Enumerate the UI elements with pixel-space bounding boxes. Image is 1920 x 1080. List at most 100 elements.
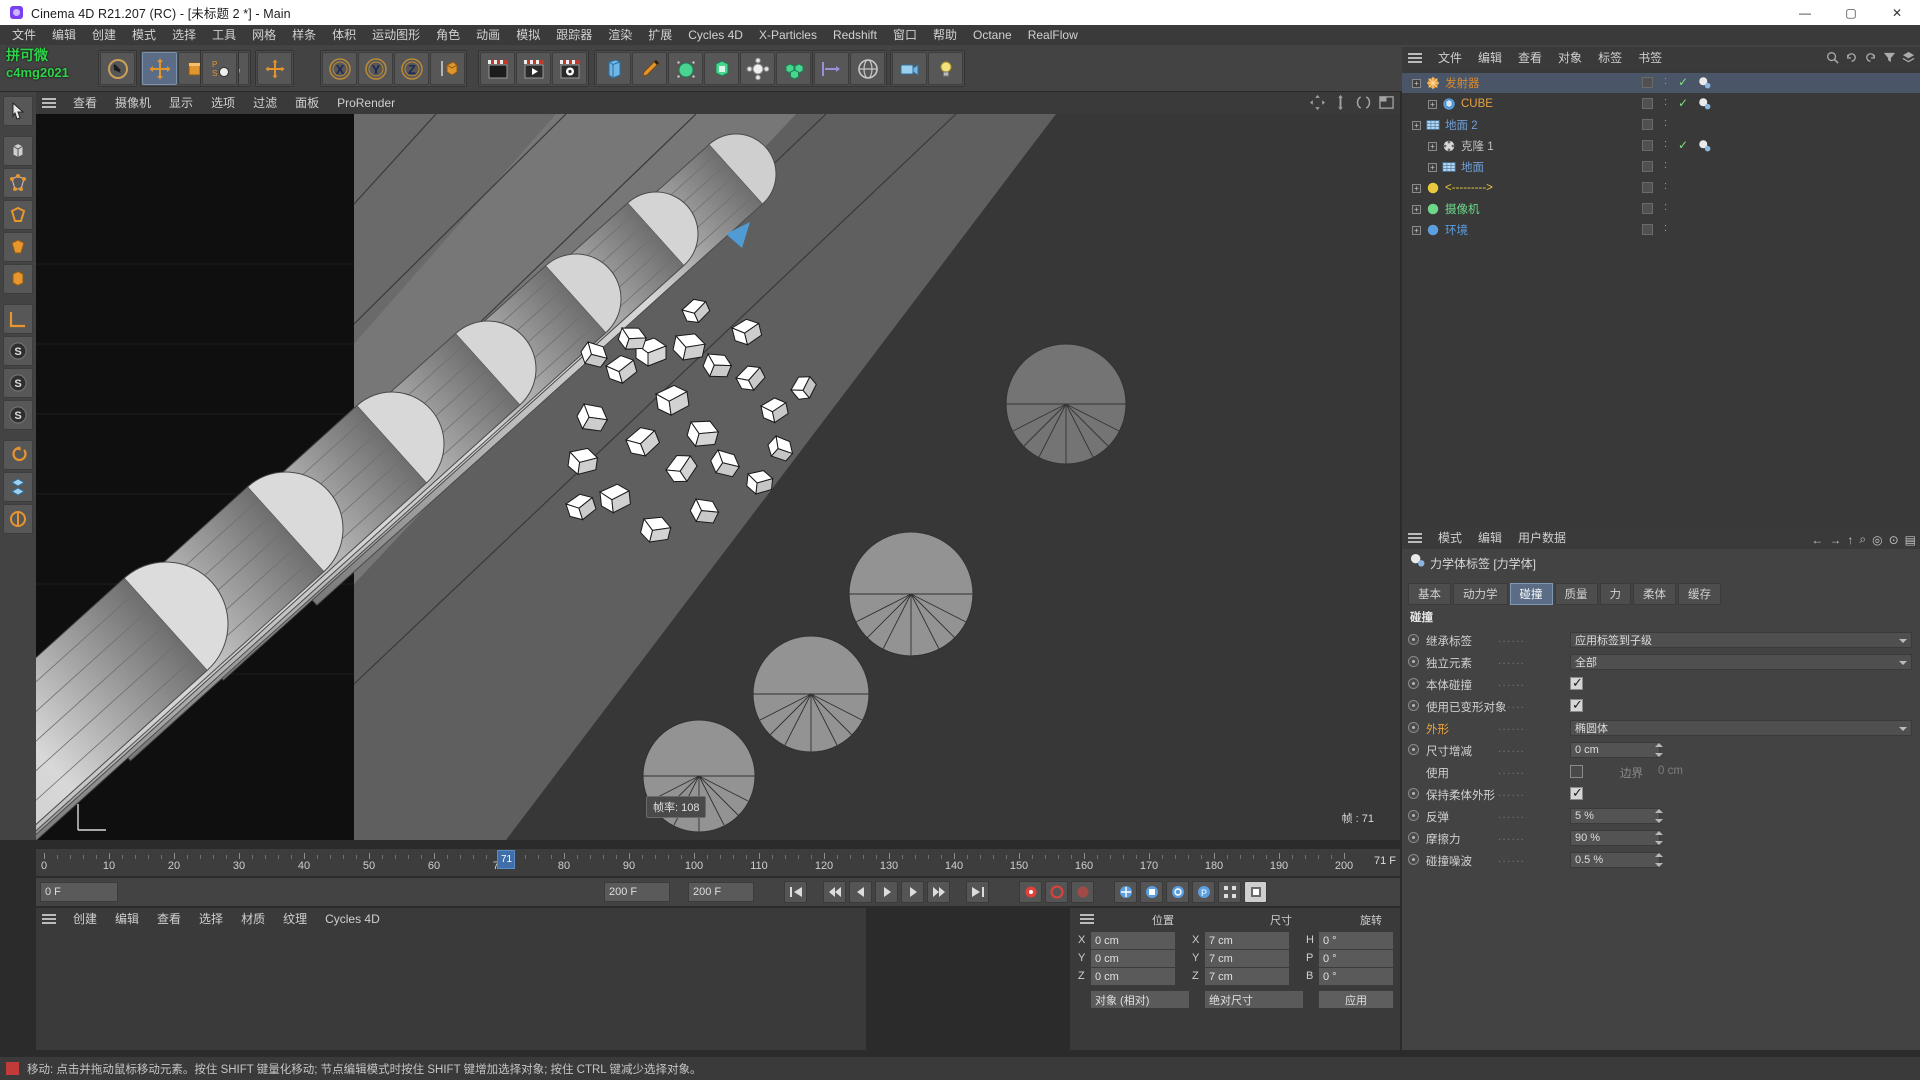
- scale-key-icon[interactable]: [1140, 881, 1163, 903]
- viewport-menu-icon[interactable]: [40, 96, 58, 110]
- material-menu-3[interactable]: 选择: [190, 908, 232, 930]
- object-tag-icon[interactable]: [1698, 97, 1712, 111]
- view-layout-icon[interactable]: [814, 52, 849, 85]
- prev-frame-icon[interactable]: [849, 881, 872, 903]
- attribute-dropdown[interactable]: 全部: [1570, 654, 1912, 670]
- level-of-detail-icon[interactable]: [1244, 881, 1267, 903]
- attribute-number-field[interactable]: 0.5 %: [1570, 852, 1660, 868]
- attribute-number-field[interactable]: 5 %: [1570, 808, 1660, 824]
- menu-item-6[interactable]: 网格: [244, 25, 284, 45]
- close-button[interactable]: ✕: [1874, 0, 1920, 25]
- object-expand-toggle[interactable]: +: [1412, 120, 1421, 130]
- attribute-animate-dot[interactable]: [1408, 678, 1419, 689]
- attribute-dropdown[interactable]: 应用标签到子级: [1570, 632, 1912, 648]
- attribute-tab-6[interactable]: 缓存: [1678, 583, 1721, 605]
- next-frame-icon[interactable]: [901, 881, 924, 903]
- object-enable-toggle[interactable]: [1642, 140, 1653, 151]
- grid-icon[interactable]: [3, 472, 33, 502]
- prev-key-icon[interactable]: [823, 881, 846, 903]
- points-mode-icon[interactable]: [3, 168, 33, 198]
- world-axis-icon[interactable]: [430, 52, 465, 85]
- object-visibility-dots[interactable]: :: [1664, 159, 1668, 171]
- menu-item-12[interactable]: 模拟: [508, 25, 548, 45]
- attribute-menu-1[interactable]: 编辑: [1470, 527, 1510, 549]
- coord-size-x[interactable]: 7 cm: [1204, 931, 1290, 950]
- object-name[interactable]: 地面: [1461, 159, 1484, 175]
- polygons-mode-icon[interactable]: [3, 232, 33, 262]
- menu-item-1[interactable]: 编辑: [44, 25, 84, 45]
- object-row-2[interactable]: + 地面 2:: [1402, 115, 1920, 135]
- viewport-menu-1[interactable]: 摄像机: [106, 92, 160, 114]
- object-visibility-dots[interactable]: :: [1664, 180, 1668, 192]
- object-row-4[interactable]: + 地面:: [1402, 157, 1920, 177]
- viewport-menu-5[interactable]: 面板: [286, 92, 328, 114]
- viewport-menu-3[interactable]: 选项: [202, 92, 244, 114]
- object-enable-toggle[interactable]: [1642, 98, 1653, 109]
- coord-rot-h[interactable]: 0 °: [1318, 931, 1394, 950]
- param-key-icon[interactable]: P: [1192, 881, 1215, 903]
- object-name[interactable]: CUBE: [1461, 98, 1493, 110]
- nurbs-icon[interactable]: [668, 52, 703, 85]
- undo-icon[interactable]: [100, 52, 135, 85]
- viewport-menu-0[interactable]: 查看: [64, 92, 106, 114]
- object-expand-toggle[interactable]: +: [1428, 141, 1437, 151]
- maximize-button[interactable]: ▢: [1828, 0, 1874, 25]
- object-expand-toggle[interactable]: +: [1412, 225, 1421, 235]
- menu-item-8[interactable]: 体积: [324, 25, 364, 45]
- spline-pen-icon[interactable]: [632, 52, 667, 85]
- deformer-icon[interactable]: [740, 52, 775, 85]
- timeline-end-field[interactable]: 200 F: [604, 882, 670, 902]
- attribute-tab-2[interactable]: 碰撞: [1509, 583, 1553, 605]
- coord-rot-p[interactable]: 0 °: [1318, 949, 1394, 968]
- object-manager-tree[interactable]: + 发射器: ✓ + CUBE: ✓ + 地面 2: + 克隆 1: ✓ + 地面: + <--------…: [1402, 69, 1920, 527]
- object-row-3[interactable]: + 克隆 1: ✓: [1402, 136, 1920, 156]
- attribute-animate-dot[interactable]: [1408, 788, 1419, 799]
- menu-item-9[interactable]: 运动图形: [364, 25, 428, 45]
- object-visibility-dots[interactable]: :: [1664, 75, 1668, 87]
- minimize-button[interactable]: —: [1782, 0, 1828, 25]
- render-queue-icon[interactable]: [516, 52, 551, 85]
- material-menu-0[interactable]: 创建: [64, 908, 106, 930]
- pan-icon[interactable]: [1310, 95, 1325, 110]
- object-visibility-dots[interactable]: :: [1664, 222, 1668, 234]
- object-name[interactable]: 环境: [1445, 222, 1468, 238]
- attr-search-icon[interactable]: ⌕: [1859, 532, 1866, 547]
- viewport-menu-4[interactable]: 过滤: [244, 92, 286, 114]
- object-tag-icon[interactable]: [1698, 139, 1712, 153]
- menu-item-21[interactable]: Octane: [965, 25, 1020, 45]
- up-arrow-icon[interactable]: ↑: [1847, 533, 1853, 547]
- object-expand-toggle[interactable]: +: [1428, 99, 1437, 109]
- menu-item-4[interactable]: 选择: [164, 25, 204, 45]
- menu-item-0[interactable]: 文件: [4, 25, 44, 45]
- coord-rot-b[interactable]: 0 °: [1318, 967, 1394, 986]
- coord-size-dropdown[interactable]: 绝对尺寸: [1204, 990, 1304, 1009]
- menu-item-11[interactable]: 动画: [468, 25, 508, 45]
- menu-item-2[interactable]: 创建: [84, 25, 124, 45]
- x-axis-icon[interactable]: X: [322, 52, 357, 85]
- light-icon[interactable]: [928, 52, 963, 85]
- object-expand-toggle[interactable]: +: [1412, 183, 1421, 193]
- object-menu-3[interactable]: 对象: [1550, 47, 1590, 69]
- attribute-animate-dot[interactable]: [1408, 634, 1419, 645]
- render-view-icon[interactable]: [480, 52, 515, 85]
- material-menu-6[interactable]: Cycles 4D: [316, 908, 389, 930]
- attribute-checkbox[interactable]: [1570, 765, 1583, 778]
- pla-key-icon[interactable]: [1218, 881, 1241, 903]
- layer-icon[interactable]: [1902, 51, 1916, 65]
- attribute-menu-2[interactable]: 用户数据: [1510, 527, 1574, 549]
- dolly-icon[interactable]: [1333, 95, 1348, 110]
- object-enable-toggle[interactable]: [1642, 224, 1653, 235]
- cube-object-icon[interactable]: [3, 136, 33, 166]
- object-manager-menu-icon[interactable]: [1406, 51, 1424, 65]
- object-enable-toggle[interactable]: [1642, 203, 1653, 214]
- status-stop-icon[interactable]: [6, 1062, 19, 1075]
- object-enable-toggle[interactable]: [1642, 161, 1653, 172]
- attribute-tab-0[interactable]: 基本: [1408, 583, 1451, 605]
- key-selection-icon[interactable]: [1071, 881, 1094, 903]
- timeline-ruler[interactable]: 71 F 01020304050607080901001101201301401…: [36, 848, 1400, 876]
- object-enable-toggle[interactable]: [1642, 182, 1653, 193]
- attribute-number-field[interactable]: 90 %: [1570, 830, 1660, 846]
- model-mode-icon[interactable]: [3, 264, 33, 294]
- menu-item-17[interactable]: X-Particles: [751, 25, 825, 45]
- object-visibility-dots[interactable]: :: [1664, 138, 1668, 150]
